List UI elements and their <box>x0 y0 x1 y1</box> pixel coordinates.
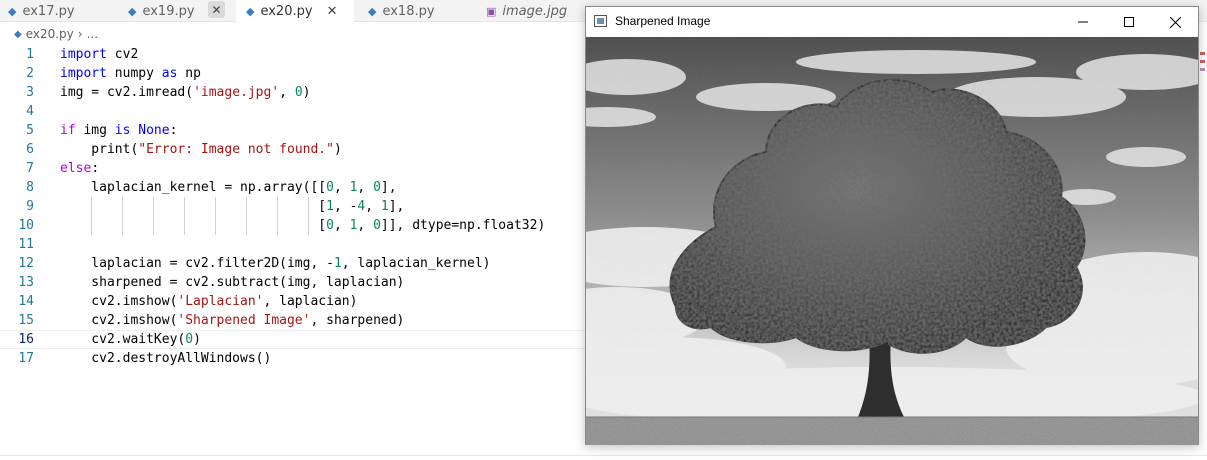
python-file-icon: ◆ <box>14 28 22 40</box>
code-line[interactable]: 2 import numpy as np <box>0 64 600 83</box>
code-text[interactable]: import numpy as np <box>60 64 201 83</box>
tab-ex17[interactable]: ◆ ex17.py <box>8 0 75 22</box>
python-file-icon: ◆ <box>246 5 255 18</box>
tab-image-jpg[interactable]: ▣ image.jpg <box>486 0 567 22</box>
code-line[interactable]: 14 cv2.imshow('Laplacian', laplacian) <box>0 292 600 311</box>
code-text[interactable]: if img is None: <box>60 121 177 140</box>
line-number: 14 <box>18 294 34 309</box>
breadcrumb-file[interactable]: ex20.py <box>26 27 74 41</box>
tree-image <box>586 37 1198 445</box>
line-number: 9 <box>26 199 34 214</box>
line-number: 11 <box>18 237 34 252</box>
python-file-icon: ◆ <box>128 4 137 18</box>
window-app-icon <box>594 15 607 27</box>
tab-label: image.jpg <box>502 3 568 19</box>
breadcrumb-separator: › <box>77 27 83 41</box>
code-text[interactable]: import cv2 <box>60 45 138 64</box>
code-text[interactable]: cv2.imshow('Laplacian', laplacian) <box>60 292 357 311</box>
close-window-button[interactable] <box>1152 7 1198 37</box>
code-line[interactable]: 12 laplacian = cv2.filter2D(img, -1, lap… <box>0 254 600 273</box>
tab-close-icon[interactable]: ✕ <box>327 4 338 19</box>
line-number: 6 <box>26 142 34 157</box>
tab-label: ex19.py <box>142 3 195 19</box>
line-number: 5 <box>26 123 34 138</box>
line-number: 16 <box>18 332 34 347</box>
maximize-button[interactable] <box>1106 7 1152 37</box>
code-line[interactable]: 13 sharpened = cv2.subtract(img, laplaci… <box>0 273 600 292</box>
window-titlebar[interactable]: Sharpened Image <box>586 7 1198 37</box>
code-text[interactable]: cv2.destroyAllWindows() <box>60 349 271 368</box>
code-text[interactable]: else: <box>60 159 99 178</box>
line-number: 2 <box>26 66 34 81</box>
panel-divider <box>0 455 1207 456</box>
line-number: 1 <box>26 47 34 62</box>
code-line[interactable]: 7 else: <box>0 159 600 178</box>
image-window[interactable]: Sharpened Image <box>585 6 1199 445</box>
code-line[interactable]: 4 <box>0 102 600 121</box>
line-number: 10 <box>18 218 34 233</box>
code-text[interactable]: laplacian_kernel = np.array([[0, 1, 0], <box>60 178 396 197</box>
maximize-icon <box>1124 17 1134 27</box>
minimize-icon <box>1078 21 1088 23</box>
code-line[interactable]: 6 print("Error: Image not found.") <box>0 140 600 159</box>
code-line[interactable]: 8 laplacian_kernel = np.array([[0, 1, 0]… <box>0 178 600 197</box>
code-line[interactable]: 3 img = cv2.imread('image.jpg', 0) <box>0 83 600 102</box>
code-line[interactable]: 16 cv2.waitKey(0) <box>0 330 600 349</box>
line-number: 15 <box>18 313 34 328</box>
tab-ex19[interactable]: ◆ ex19.py <box>128 0 195 22</box>
line-number: 4 <box>26 104 34 119</box>
window-title: Sharpened Image <box>615 14 711 28</box>
line-number: 3 <box>26 85 34 100</box>
image-file-icon: ▣ <box>486 4 497 18</box>
code-text[interactable]: laplacian = cv2.filter2D(img, -1, laplac… <box>60 254 490 273</box>
close-icon <box>1169 16 1181 28</box>
breadcrumb: ◆ ex20.py › ... <box>14 25 98 43</box>
tab-ex18[interactable]: ◆ ex18.py <box>368 0 435 22</box>
code-text[interactable]: sharpened = cv2.subtract(img, laplacian) <box>60 273 404 292</box>
tab-label: ex17.py <box>22 3 75 19</box>
code-text[interactable]: img = cv2.imread('image.jpg', 0) <box>60 83 310 102</box>
editor-overview-ruler <box>1198 48 1207 88</box>
tab-label: ex20.py <box>260 4 313 19</box>
line-number: 7 <box>26 161 34 176</box>
python-file-icon: ◆ <box>368 4 377 18</box>
breadcrumb-rest[interactable]: ... <box>87 27 98 41</box>
line-number: 8 <box>26 180 34 195</box>
code-text[interactable]: print("Error: Image not found.") <box>60 140 341 159</box>
code-line[interactable]: 15 cv2.imshow('Sharpened Image', sharpen… <box>0 311 600 330</box>
code-line[interactable]: 17 cv2.destroyAllWindows() <box>0 349 600 368</box>
line-number: 12 <box>18 256 34 271</box>
tab-ex20[interactable]: ◆ ex20.py ✕ <box>236 0 354 23</box>
code-line[interactable]: 10 [0, 1, 0]], dtype=np.float32) <box>0 216 600 235</box>
tab-ex19-close-icon[interactable]: ✕ <box>208 1 225 18</box>
line-number: 13 <box>18 275 34 290</box>
code-editor[interactable]: 1 import cv2 2 import numpy as np 3 img = cv2… <box>0 45 600 368</box>
minimize-button[interactable] <box>1060 7 1106 37</box>
code-line[interactable]: 11 <box>0 235 600 254</box>
code-line[interactable]: 1 import cv2 <box>0 45 600 64</box>
code-line[interactable]: 5 if img is None: <box>0 121 600 140</box>
code-text[interactable]: [1, -4, 1], <box>60 197 404 216</box>
sharpened-image <box>586 37 1198 445</box>
code-line[interactable]: 9 [1, -4, 1], <box>0 197 600 216</box>
tab-label: ex18.py <box>382 3 435 19</box>
line-number: 17 <box>18 351 34 366</box>
code-text[interactable]: [0, 1, 0]], dtype=np.float32) <box>60 216 545 235</box>
code-text[interactable]: cv2.waitKey(0) <box>60 331 201 348</box>
code-text[interactable]: cv2.imshow('Sharpened Image', sharpened) <box>60 311 404 330</box>
python-file-icon: ◆ <box>8 4 17 18</box>
